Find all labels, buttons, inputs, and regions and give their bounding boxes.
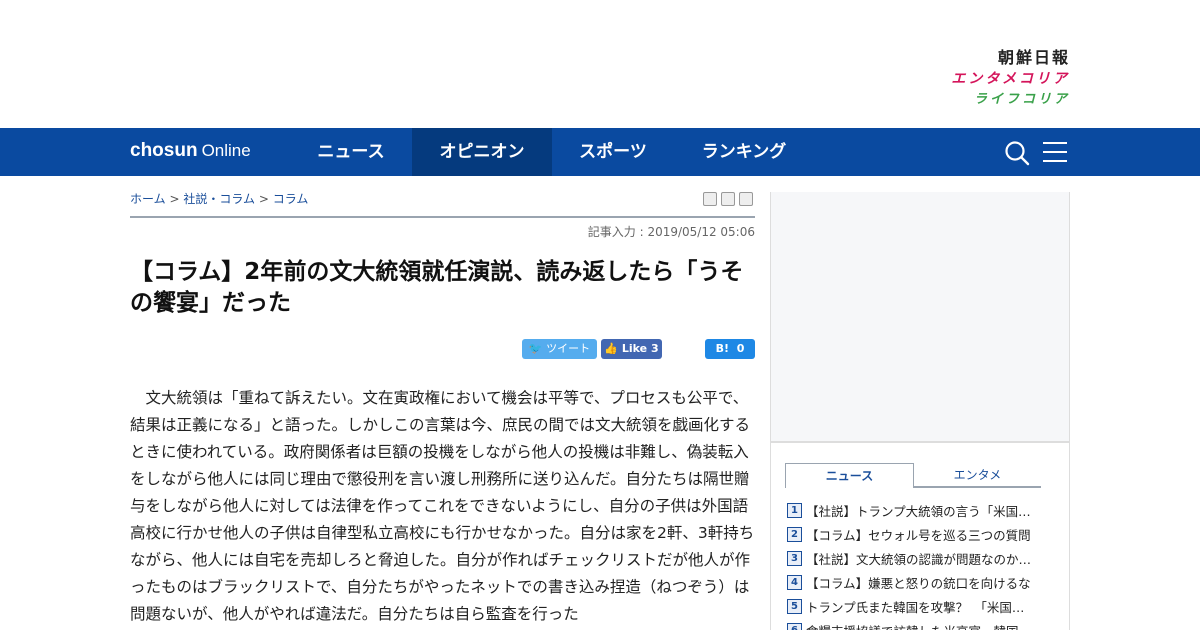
ranking-item[interactable]: 5 トランプ氏また韓国を攻撃？ 「米国… (787, 594, 1042, 618)
tab-news[interactable]: ニュース (785, 463, 914, 488)
breadcrumb: ホーム > 社説・コラム > コラム (130, 190, 308, 207)
thumbs-up-icon: 👍 (604, 342, 622, 355)
print-icon[interactable] (703, 192, 717, 206)
breadcrumb-separator: > (258, 192, 269, 206)
breadcrumb-separator: > (169, 192, 180, 206)
like-count: 3 (650, 342, 659, 355)
article-utility-icons (703, 192, 753, 206)
hatena-label: B! (715, 342, 730, 355)
chosun-online-logo[interactable]: chosun Online (130, 140, 251, 162)
rank-title[interactable]: 食糧支援協議で訪韓した米高官、韓国… (806, 621, 1031, 630)
rank-title[interactable]: 【社説】トランプ大統領の言う「米国… (806, 501, 1031, 520)
life-korea-logo[interactable]: ライフコリア (951, 88, 1070, 107)
rank-title[interactable]: 【社説】文大統領の認識が問題なのか… (806, 549, 1031, 568)
font-size-icon[interactable] (721, 192, 735, 206)
twitter-bird-icon: 🐦 (528, 342, 547, 355)
sidebar-ad-area (770, 192, 1070, 442)
logo-light-text: Online (201, 141, 251, 160)
breadcrumb-column[interactable]: コラム (273, 192, 309, 206)
hamburger-menu-icon[interactable] (1043, 141, 1067, 163)
breadcrumb-editorial-column[interactable]: 社説・コラム (183, 192, 255, 206)
breadcrumb-home[interactable]: ホーム (130, 192, 166, 206)
article-body: 文大統領は「重ねて訴えたい。文在寅政権において機会は平等で、プロセスも公平で、結… (130, 389, 755, 623)
brand-logos: 朝鮮日報 エンタメコリア ライフコリア (951, 44, 1070, 107)
ranking-item[interactable]: 2 【コラム】セウォル号を巡る三つの質問 (787, 522, 1042, 546)
rank-number-badge: 3 (787, 550, 802, 566)
back-arrow-icon[interactable] (739, 192, 753, 206)
rank-number-badge: 1 (787, 502, 802, 518)
ranking-item[interactable]: 4 【コラム】嫌悪と怒りの銃口を向けるな (787, 570, 1042, 594)
ranking-item[interactable]: 6 食糧支援協議で訪韓した米高官、韓国… (787, 618, 1042, 630)
logo-bold-text: chosun (130, 140, 198, 161)
breadcrumb-divider (130, 216, 755, 218)
tweet-button[interactable]: 🐦 ツイート (522, 339, 597, 359)
tab-entame[interactable]: エンタメ (914, 463, 1041, 488)
hatena-bookmark-button[interactable]: B! 0 (705, 339, 755, 359)
rank-number-badge: 4 (787, 574, 802, 590)
rank-number-badge: 6 (787, 622, 802, 630)
rank-title[interactable]: トランプ氏また韓国を攻撃？ 「米国… (806, 597, 1024, 616)
nav-item-opinion[interactable]: オピニオン (412, 128, 552, 176)
chosun-ilbo-logo[interactable]: 朝鮮日報 (951, 44, 1070, 67)
hatena-count: 0 (736, 342, 745, 355)
rank-title[interactable]: 【コラム】セウォル号を巡る三つの質問 (806, 525, 1031, 544)
facebook-like-button[interactable]: 👍 Like 3 (601, 339, 662, 359)
article-title: 【コラム】2年前の文大統領就任演説、読み返したら「うその饗宴」だった (130, 259, 744, 316)
search-icon[interactable] (1004, 140, 1030, 166)
ranking-item[interactable]: 1 【社説】トランプ大統領の言う「米国… (787, 498, 1042, 522)
rank-number-badge: 2 (787, 526, 802, 542)
nav-item-news[interactable]: ニュース (291, 128, 411, 176)
rank-title[interactable]: 【コラム】嫌悪と怒りの銃口を向けるな (806, 573, 1031, 592)
article-datetime: 記事入力 : 2019/05/12 05:06 (587, 225, 755, 239)
like-label: Like (621, 342, 648, 355)
tweet-label: ツイート (546, 342, 591, 355)
ranking-item[interactable]: 3 【社説】文大統領の認識が問題なのか… (787, 546, 1042, 570)
ranking-list: 1 【社説】トランプ大統領の言う「米国… 2 【コラム】セウォル号を巡る三つの質… (787, 498, 1042, 630)
rank-number-badge: 5 (787, 598, 802, 614)
entame-korea-logo[interactable]: エンタメコリア (951, 68, 1070, 88)
nav-item-ranking[interactable]: ランキング (674, 128, 814, 176)
nav-item-sports[interactable]: スポーツ (552, 128, 674, 176)
brand-header: 朝鮮日報 エンタメコリア ライフコリア (0, 0, 1200, 128)
sidebar-tabs: ニュース エンタメ (785, 463, 1041, 488)
main-navbar: chosun Online ニュース オピニオン スポーツ ランキング (0, 128, 1200, 176)
